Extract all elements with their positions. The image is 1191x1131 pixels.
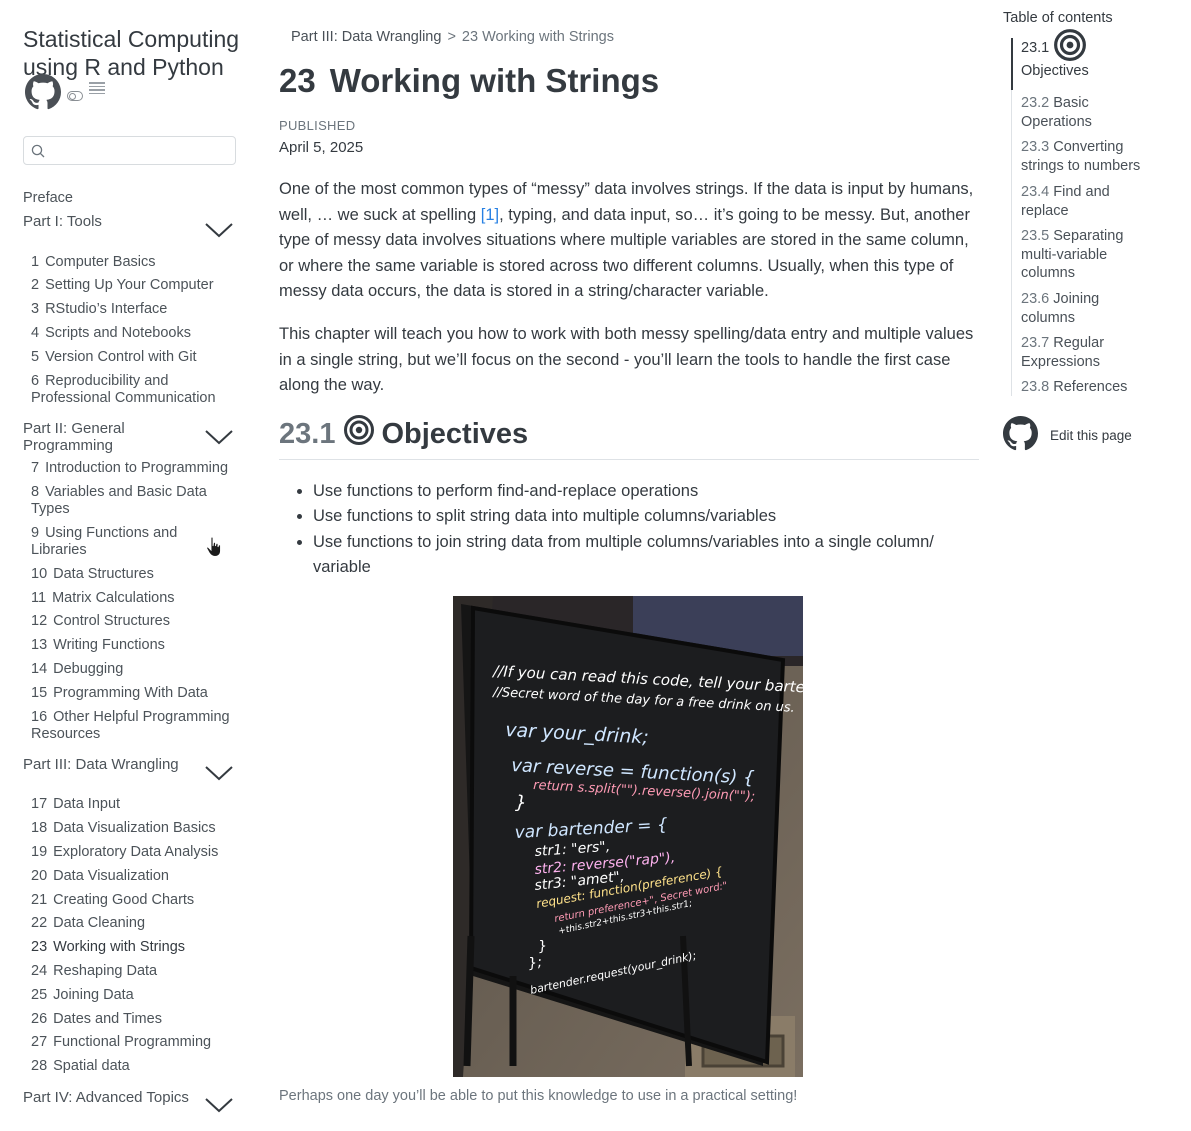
toc-item-joining-columns[interactable]: 23.6 Joining columns xyxy=(1021,290,1146,327)
chapter-title-text: Working with Strings xyxy=(329,62,660,99)
toc-item-separating-columns[interactable]: 23.5 Separating multi-variable columns xyxy=(1021,227,1139,283)
breadcrumb-current[interactable]: 23 Working with Strings xyxy=(462,29,614,45)
sidebar-chapter-21[interactable]: 21 Creating Good Charts xyxy=(31,892,239,909)
search-input[interactable] xyxy=(50,140,230,162)
list-item: Use functions to split string data into … xyxy=(313,504,979,529)
sidebar-chapter-8[interactable]: 8 Variables and Basic Data Types xyxy=(31,484,216,518)
chapter-number: 23 xyxy=(279,62,316,99)
sidebar-chapter-2[interactable]: 2 Setting Up Your Computer xyxy=(31,277,239,294)
sidebar-chapter-20[interactable]: 20 Data Visualization xyxy=(31,868,239,885)
sidebar-chapter-16[interactable]: 16 Other Helpful Programming Resources xyxy=(31,709,239,743)
section-divider xyxy=(279,459,979,460)
sidebar-chapter-17[interactable]: 17 Data Input xyxy=(31,796,239,813)
sidebar-chapter-12[interactable]: 12 Control Structures xyxy=(31,613,239,630)
list-item: Use functions to join string data from m… xyxy=(313,530,979,581)
sidebar-chapter-19[interactable]: 19 Exploratory Data Analysis xyxy=(31,844,239,861)
sidebar-chapter-15[interactable]: 15 Programming With Data xyxy=(31,685,239,702)
toc-divider xyxy=(1011,90,1012,396)
dark-mode-toggle-icon[interactable] xyxy=(67,91,83,101)
sidebar-chapter-11[interactable]: 11 Matrix Calculations xyxy=(31,590,239,607)
toc-active-indicator xyxy=(1011,38,1013,90)
sidebar-part-data-wrangling[interactable]: Part III: Data Wrangling xyxy=(23,756,179,773)
published-label: PUBLISHED xyxy=(279,118,356,133)
toc-item-regular-expressions[interactable]: 23.7 Regular Expressions xyxy=(1021,334,1146,371)
citation-link[interactable]: [1] xyxy=(481,206,499,224)
github-icon[interactable] xyxy=(25,74,61,110)
section-number: 23.1 xyxy=(279,417,336,450)
toc-item-references[interactable]: 23.8 References xyxy=(1021,378,1146,397)
bartender-sign-photo: //If you can read this code, tell your b… xyxy=(453,596,803,1077)
site-title[interactable]: Statistical Computing using R and Python xyxy=(23,25,248,81)
breadcrumb-part-link[interactable]: Part III: Data Wrangling xyxy=(291,29,441,45)
sidebar-part-advanced-topics[interactable]: Part IV: Advanced Topics xyxy=(23,1089,189,1106)
sidebar-chapter-18[interactable]: 18 Data Visualization Basics xyxy=(31,820,239,837)
objectives-list: Use functions to perform find-and-replac… xyxy=(313,479,979,580)
figure-caption: Perhaps one day you’ll be able to put th… xyxy=(279,1088,798,1104)
section-title: Objectives xyxy=(381,417,529,450)
hand-cursor-icon xyxy=(206,536,221,557)
sidebar-chapter-5[interactable]: 5 Version Control with Git xyxy=(31,349,239,366)
toc-item-converting-strings[interactable]: 23.3 Converting strings to numbers xyxy=(1021,138,1151,175)
section-heading-objectives: 23.1 Objectives xyxy=(279,414,528,454)
edit-page-label: Edit this page xyxy=(1050,427,1132,443)
target-icon xyxy=(1054,29,1087,61)
sidebar-chapter-24[interactable]: 24 Reshaping Data xyxy=(31,963,239,980)
toc-item-objectives[interactable]: 23.1 Objectives xyxy=(1021,29,1146,81)
sidebar-tools xyxy=(25,74,105,110)
chevron-down-icon[interactable] xyxy=(204,1097,234,1113)
sidebar-chapter-27[interactable]: 27 Functional Programming xyxy=(31,1034,239,1051)
sidebar-chapter-6[interactable]: 6 Reproducibility and Professional Commun… xyxy=(31,373,239,407)
sidebar-chapter-13[interactable]: 13 Writing Functions xyxy=(31,637,239,654)
sidebar-chapter-10[interactable]: 10 Data Structures xyxy=(31,566,239,583)
sidebar: Statistical Computing using R and Python… xyxy=(0,0,250,1131)
sidebar-chapter-26[interactable]: 26 Dates and Times xyxy=(31,1011,239,1028)
chevron-down-icon[interactable] xyxy=(204,429,234,445)
sidebar-chapter-9[interactable]: 9 Using Functions and Libraries xyxy=(31,525,196,559)
sidebar-chapter-1[interactable]: 1 Computer Basics xyxy=(31,254,239,271)
toc-item-find-and-replace[interactable]: 23.4 Find and replace xyxy=(1021,183,1146,220)
github-icon xyxy=(1003,416,1038,454)
sidebar-part-tools[interactable]: Part I: Tools xyxy=(23,213,102,230)
sidebar-chapter-3[interactable]: 3 RStudio’s Interface xyxy=(31,301,239,318)
published-date: April 5, 2025 xyxy=(279,139,364,156)
edit-page-link[interactable]: Edit this page xyxy=(1003,416,1132,454)
sidebar-part-general-programming[interactable]: Part II: General Programming xyxy=(23,420,203,454)
sidebar-chapter-23[interactable]: 23 Working with Strings xyxy=(31,939,239,956)
intro-paragraph: One of the most common types of “messy” … xyxy=(279,180,974,300)
sidebar-chapter-14[interactable]: 14 Debugging xyxy=(31,661,239,678)
toc-item-basic-operations[interactable]: 23.2 Basic Operations xyxy=(1021,94,1146,131)
toc-title: Table of contents xyxy=(1003,10,1113,26)
sidebar-chapter-7[interactable]: 7 Introduction to Programming xyxy=(31,460,239,477)
target-icon xyxy=(343,414,375,454)
sidebar-item-preface[interactable]: Preface xyxy=(23,190,73,207)
breadcrumb: Part III: Data Wrangling >23 Working with… xyxy=(291,29,614,45)
sidebar-chapter-4[interactable]: 4 Scripts and Notebooks xyxy=(31,325,239,342)
sidebar-chapter-22[interactable]: 22 Data Cleaning xyxy=(31,915,239,932)
reader-mode-icon[interactable] xyxy=(89,82,105,96)
chapter-summary-paragraph: This chapter will teach you how to work … xyxy=(279,325,974,394)
chevron-down-icon[interactable] xyxy=(204,765,234,781)
sign-line-6: } xyxy=(515,792,528,814)
search-box[interactable] xyxy=(23,136,236,165)
sidebar-chapter-28[interactable]: 28 Spatial data xyxy=(31,1058,239,1075)
sidebar-chapter-25[interactable]: 25 Joining Data xyxy=(31,987,239,1004)
search-icon xyxy=(31,144,45,163)
page-title: 23 Working with Strings xyxy=(279,62,659,100)
list-item: Use functions to perform find-and-replac… xyxy=(313,479,979,504)
chevron-down-icon[interactable] xyxy=(204,222,234,238)
sign-line-15: }; xyxy=(527,954,543,972)
breadcrumb-separator: > xyxy=(447,29,456,45)
